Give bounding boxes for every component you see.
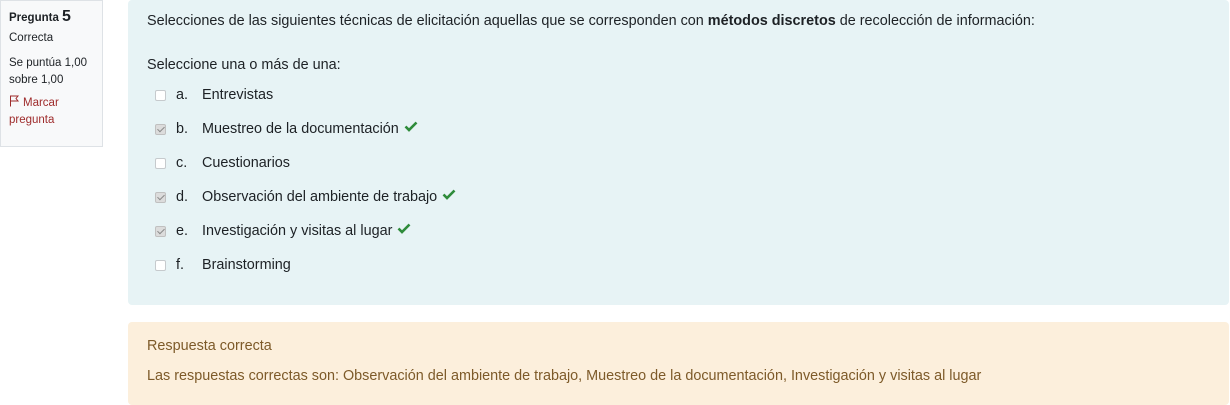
flag-icon	[10, 95, 20, 107]
answer-option[interactable]: c. Cuestionarios	[155, 155, 456, 189]
question-text: Selecciones de las siguientes técnicas d…	[147, 13, 1035, 29]
correct-check-icon	[442, 189, 456, 200]
question-grade: Se puntúa 1,00 sobre 1,00	[9, 57, 88, 86]
question-label: Pregunta	[9, 12, 59, 24]
answer-label: Brainstorming	[202, 257, 291, 273]
question-state: Correcta	[9, 32, 54, 44]
question-number: Pregunta 5	[9, 8, 94, 27]
answer-label: Muestreo de la documentación	[202, 121, 399, 137]
answer-options: a. Entrevistas b. Muestreo de la documentac…	[155, 87, 456, 291]
answer-checkbox[interactable]	[155, 192, 166, 203]
question-formulation: Selecciones de las siguientes técnicas d…	[128, 0, 1229, 305]
answer-label: Cuestionarios	[202, 155, 290, 171]
answer-checkbox[interactable]	[155, 90, 166, 101]
answer-checkbox[interactable]	[155, 124, 166, 135]
flag-question-link[interactable]: Marcar pregunta	[9, 95, 94, 129]
answer-option[interactable]: a. Entrevistas	[155, 87, 456, 121]
answer-letter: d.	[176, 189, 189, 205]
question-text-bold: métodos discretos	[707, 13, 836, 29]
answer-letter: e.	[176, 223, 189, 239]
feedback-correct-answers: Las respuestas correctas son: Observació…	[147, 368, 982, 384]
correct-check-icon	[404, 121, 418, 132]
correct-check-icon	[397, 223, 411, 234]
question-text-after: de recolección de información:	[835, 13, 1035, 29]
answer-letter: c.	[176, 155, 188, 171]
answer-label: Investigación y visitas al lugar	[202, 223, 393, 239]
answer-option[interactable]: d. Observación del ambiente de trabajo	[155, 189, 456, 223]
question-text-before: Selecciones de las siguientes técnicas d…	[147, 13, 708, 29]
answer-letter: b.	[176, 121, 189, 137]
answer-label: Observación del ambiente de trabajo	[202, 189, 438, 205]
feedback-panel: Respuesta correcta Las respuestas correc…	[128, 322, 1229, 405]
answer-prompt: Seleccione una o más de una:	[147, 57, 341, 73]
answer-option[interactable]: b. Muestreo de la documentación	[155, 121, 456, 155]
answer-option[interactable]: e. Investigación y visitas al lugar	[155, 223, 456, 257]
answer-letter: a.	[176, 87, 189, 103]
feedback-status: Respuesta correcta	[147, 338, 272, 354]
answer-checkbox[interactable]	[155, 226, 166, 237]
answer-checkbox[interactable]	[155, 260, 166, 271]
answer-checkbox[interactable]	[155, 158, 166, 169]
answer-letter: f.	[176, 257, 184, 273]
question-number-value: 5	[62, 8, 71, 25]
question-info-panel: Pregunta 5 Correcta Se puntúa 1,00 sobre…	[0, 0, 103, 147]
answer-option[interactable]: f. Brainstorming	[155, 257, 456, 291]
answer-label: Entrevistas	[202, 87, 274, 103]
